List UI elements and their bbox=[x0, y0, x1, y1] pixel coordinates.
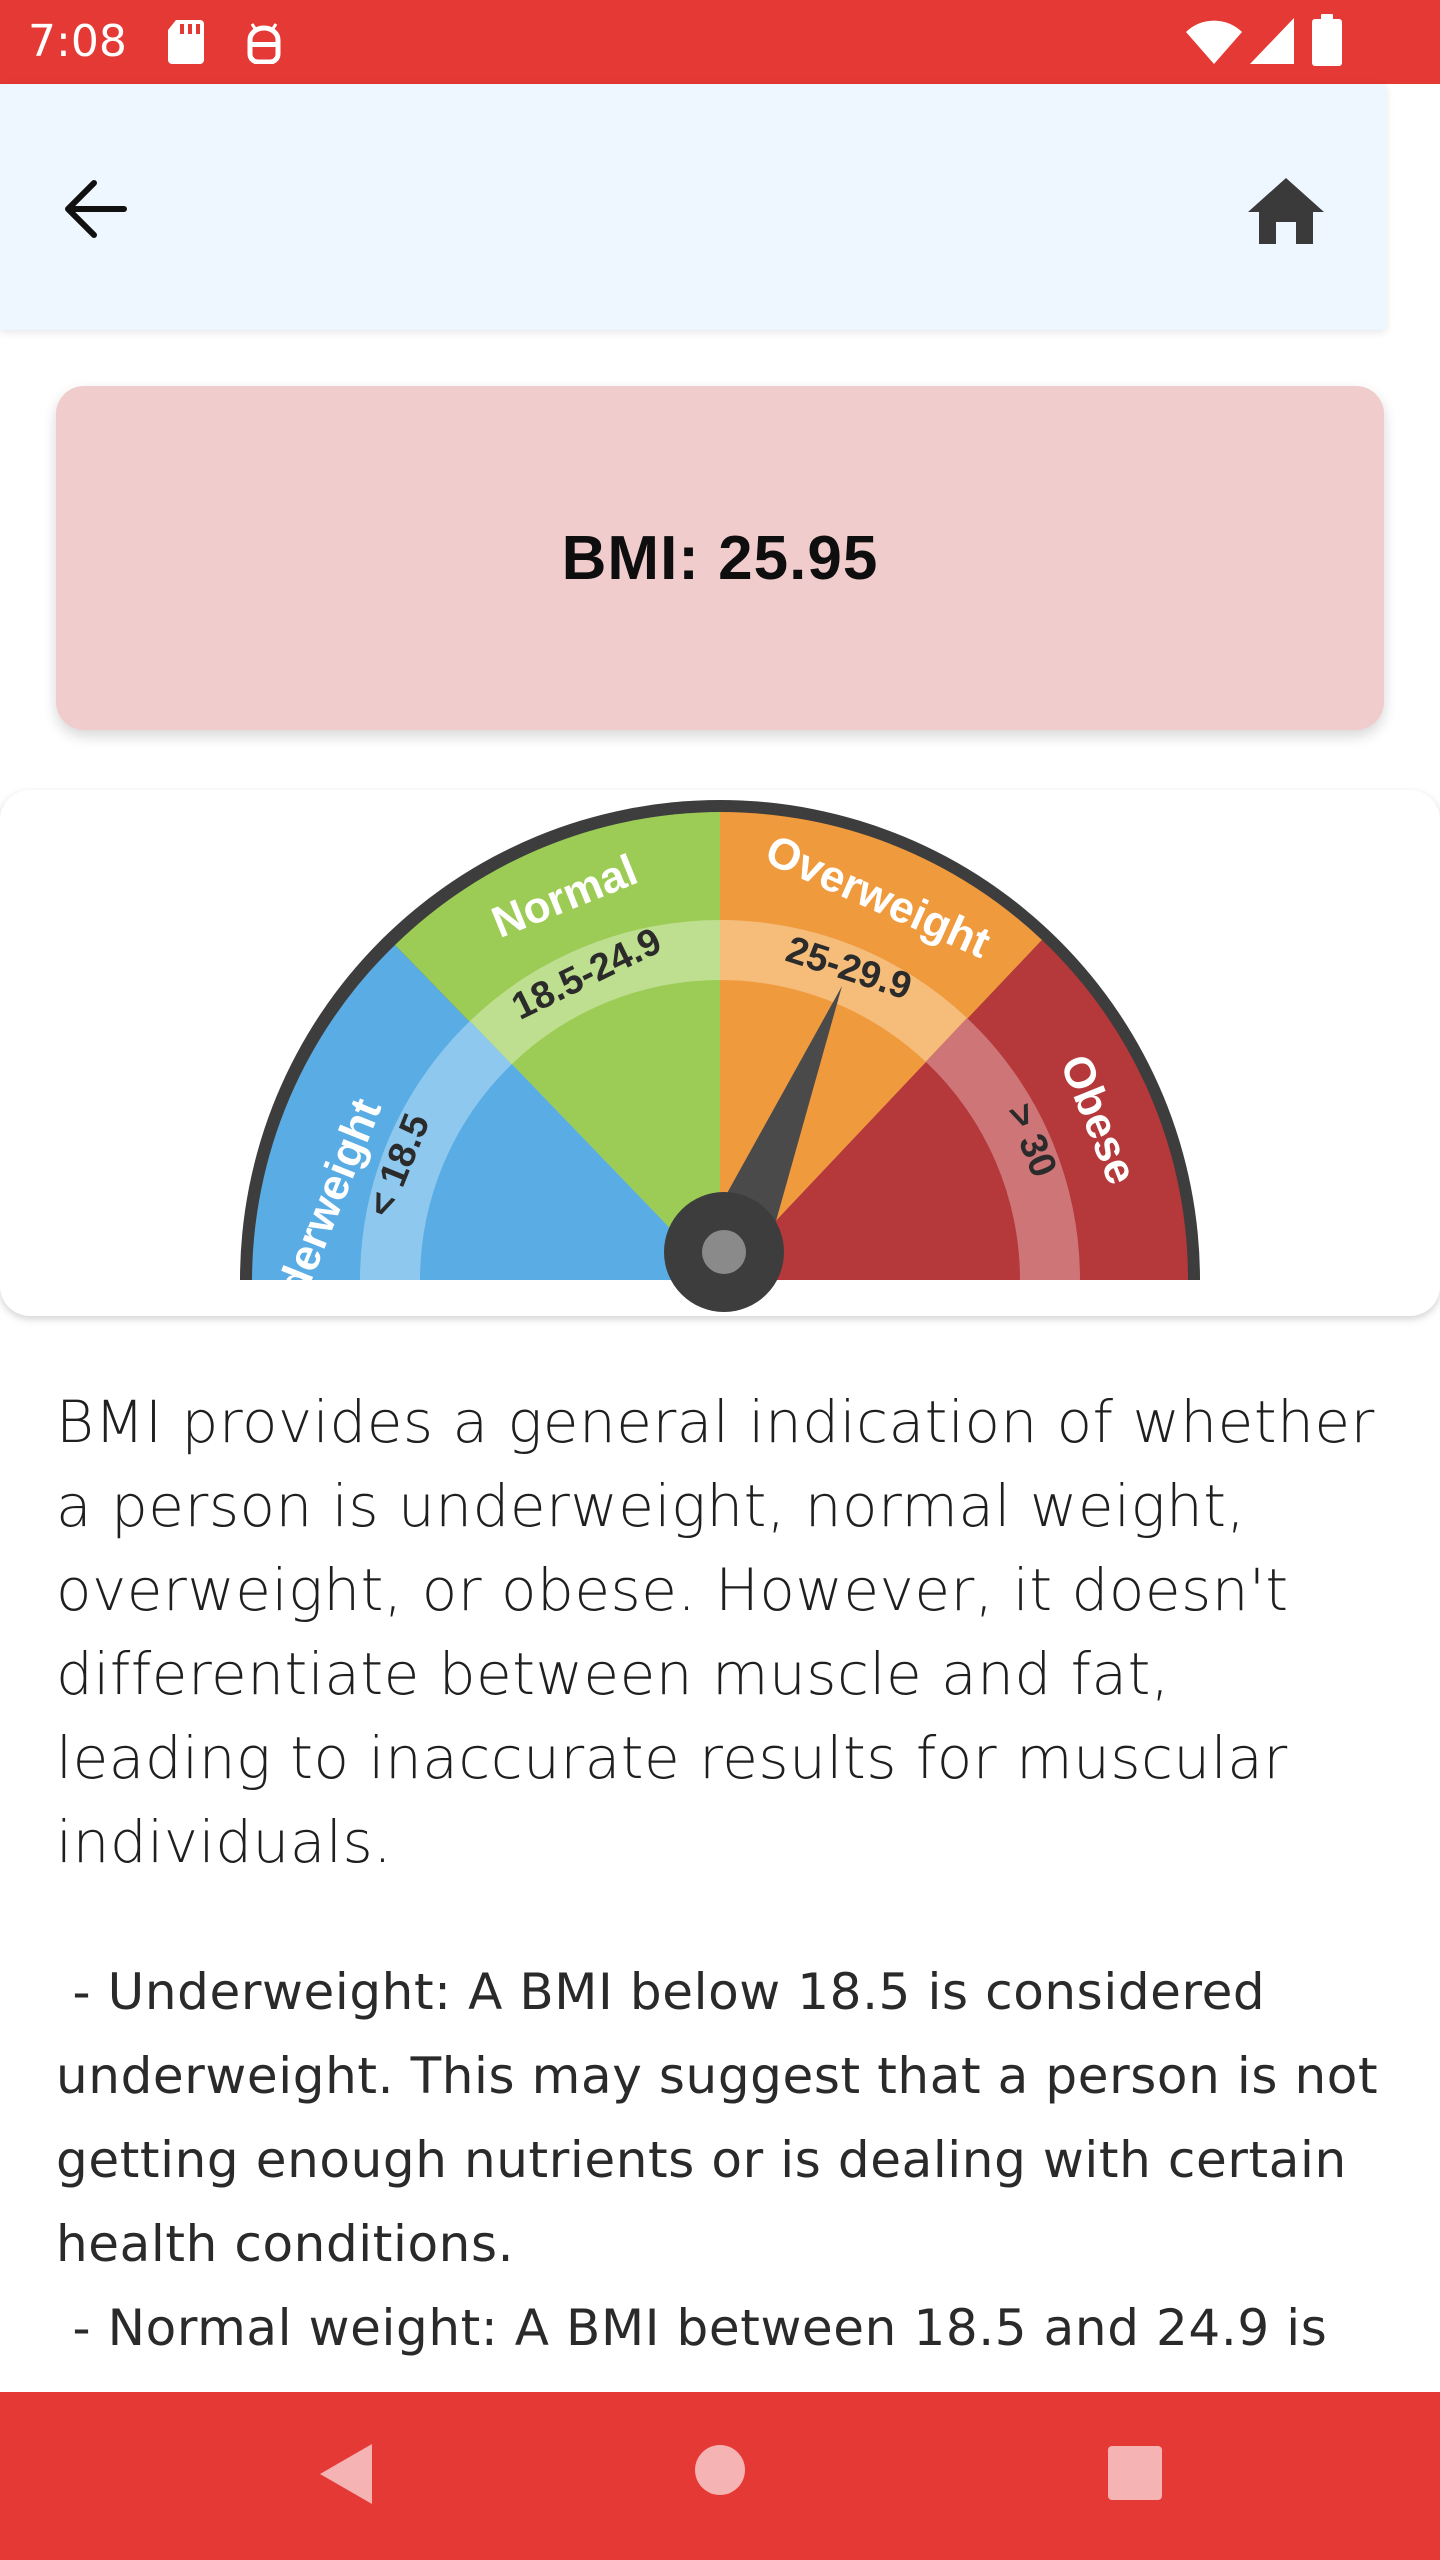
home-icon bbox=[1248, 178, 1324, 244]
arrow-back-icon bbox=[65, 180, 127, 238]
signal-icon bbox=[1250, 18, 1294, 64]
nav-home-icon[interactable] bbox=[694, 2444, 746, 2496]
battery-icon bbox=[1312, 14, 1342, 66]
home-button[interactable] bbox=[1244, 176, 1328, 248]
app-bar bbox=[0, 84, 1386, 330]
screen: 7:08 BMI: 25.95 Underweight < 18.5 Norma… bbox=[0, 0, 1440, 2560]
bmi-intro-text: BMI provides a general indication of whe… bbox=[56, 1388, 1375, 1876]
status-bar: 7:08 bbox=[0, 0, 1440, 84]
back-button[interactable] bbox=[54, 174, 142, 244]
system-nav-bar bbox=[0, 2392, 1440, 2560]
bmi-gauge-card: Underweight < 18.5 Normal 18.5-24.9 Over… bbox=[0, 790, 1440, 1316]
bmi-category-details: - Underweight: A BMI below 18.5 is consi… bbox=[56, 1963, 1379, 2357]
notification-icon bbox=[247, 23, 281, 64]
nav-recents-icon[interactable] bbox=[1108, 2446, 1162, 2500]
bmi-result-card: BMI: 25.95 bbox=[56, 386, 1384, 730]
bmi-gauge-image: Underweight < 18.5 Normal 18.5-24.9 Over… bbox=[240, 800, 1200, 1316]
nav-back-icon[interactable] bbox=[316, 2442, 376, 2506]
wifi-icon bbox=[1186, 20, 1242, 64]
status-time: 7:08 bbox=[28, 16, 127, 67]
sd-card-icon bbox=[168, 20, 204, 64]
bmi-value: BMI: 25.95 bbox=[561, 523, 879, 593]
bmi-info-content: BMI provides a general indication of whe… bbox=[56, 1380, 1396, 2370]
